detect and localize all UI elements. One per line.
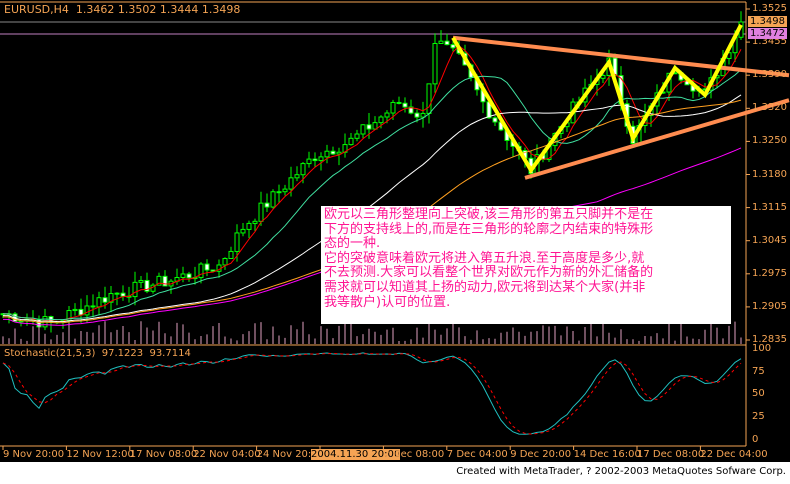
candle-body [252,220,258,224]
candle-body [246,222,252,230]
candle-body [102,297,108,303]
footer-credit: Created with MetaTrader, ? 2002-2003 Met… [456,466,786,477]
stochastic-axis-label: 50 [752,388,765,400]
ohlc-values: 1.3462 1.3502 1.3444 1.3498 [75,3,241,16]
stochastic-axis-label: 25 [752,411,765,423]
candle-body [288,177,294,190]
candle-body [432,42,438,85]
candle-body [378,116,384,124]
price-axis-label: 1.3115 [752,201,787,213]
time-axis-label: 9 Dec 20:00 [510,449,572,460]
bid-price-tag: 1.3498 [748,16,787,27]
candle-body [186,273,192,279]
time-axis-label: 22 Nov 04:00 [193,449,261,460]
candle-body [228,250,234,259]
stochastic-name: Stochastic(21,5,3) [4,348,96,359]
time-axis-label: 2 Dec 08:00 [383,449,445,460]
candle-body [402,102,408,108]
candle-body [414,112,420,118]
candle-body [162,275,168,287]
candle-body [312,158,318,162]
price-axis-label: 1.3045 [752,234,787,246]
time-axis-label: 22 Dec 04:00 [700,449,768,460]
candle-body [294,174,300,179]
candle-body [372,122,378,130]
candle-body [90,305,96,308]
candle-body [426,83,432,114]
annotation-line: 我等散户)认可的位置. [324,294,451,310]
candle-body [120,292,126,297]
annotation-textbox: 欧元以三角形整理向上突破,该三角形的第五只脚并不是在 下方的支持线上的,而是在三角… [321,206,731,324]
candle-body [348,137,354,146]
candle-body [72,308,78,312]
candle-body [318,156,324,162]
price-axis-label: 1.3525 [752,3,787,14]
candle-body [354,133,360,139]
stochastic-k-value: 97.1223 [101,348,144,359]
annotation-line: 态的一种. [324,236,381,252]
candle-body [138,279,144,283]
candle-body [330,150,336,155]
candle-body [492,117,498,123]
annotation-line: 不去预测.大家可以看整个世界对欧元作为新的外汇储备的 [324,265,654,281]
ask-price-tag: 1.3472 [748,28,787,39]
candle-body [204,263,210,271]
candle-body [96,297,102,308]
time-axis-label: 7 Dec 04:00 [446,449,508,460]
stochastic-axis-label: 100 [752,343,772,354]
candle-body [306,158,312,165]
candle-body [384,112,390,118]
stochastic-title: Stochastic(21,5,3) 97.1223 93.7114 [4,348,191,359]
candle-body [240,228,246,234]
candle-body [444,40,450,46]
candle-body [396,101,402,104]
wave-zigzag [451,23,743,174]
time-axis-label: 17 Nov 08:00 [129,449,198,460]
annotation-line: 下方的支持线上的,而是在三角形的轮廓之内结束的特殊形 [324,221,654,237]
price-axis-label: 1.3180 [752,168,787,180]
stochastic-axis-label: 75 [752,365,765,377]
price-axis-label: 1.3320 [752,102,787,114]
stochastic-k-line [2,352,742,435]
candle-body [114,292,120,295]
candle-body [438,40,444,44]
candle-body [300,163,306,176]
time-axis-label: 9 Nov 20:00 [3,449,65,460]
time-axis-label: 17 Dec 08:00 [637,449,705,460]
candle-body [132,281,138,298]
time-axis-label: 14 Dec 16:00 [573,449,641,460]
annotation-line: 欧元以三角形整理向上突破,该三角形的第五只脚并不是在 [324,207,654,222]
symbol-label: EURUSD,H4 [4,3,69,16]
candle-body [264,202,270,208]
time-axis-label: 12 Nov 12:00 [66,449,134,460]
stochastic-axis-label: 0 [752,433,759,445]
chart-area[interactable]: EURUSD,H4 1.3462 1.3502 1.3444 1.3498 St… [0,0,790,462]
price-axis-label: 1.2905 [752,300,787,312]
candle-body [366,124,372,130]
candle-body [78,308,84,316]
price-axis-label: 1.3390 [752,69,787,81]
candle-body [282,188,288,193]
candle-body [234,232,240,252]
annotation-line: 需求就可以知道其上扬的动力,欧元将到达某个大家(并非 [324,279,646,295]
candle-body [276,191,282,194]
candle-body [450,44,456,49]
candle-body [390,101,396,114]
stochastic-d-value: 93.7114 [149,348,191,359]
price-axis-label: 1.2975 [752,267,787,279]
candle-body [360,124,366,135]
stochastic-d-line [2,352,742,435]
price-axis-label: 1.3250 [752,135,787,147]
candle-body [258,202,264,222]
candle-body [180,273,186,279]
chart-title: EURUSD,H4 1.3462 1.3502 1.3444 1.3498 [4,3,240,16]
candle-body [270,191,276,208]
candle-body [324,150,330,158]
candle-body [222,257,228,266]
